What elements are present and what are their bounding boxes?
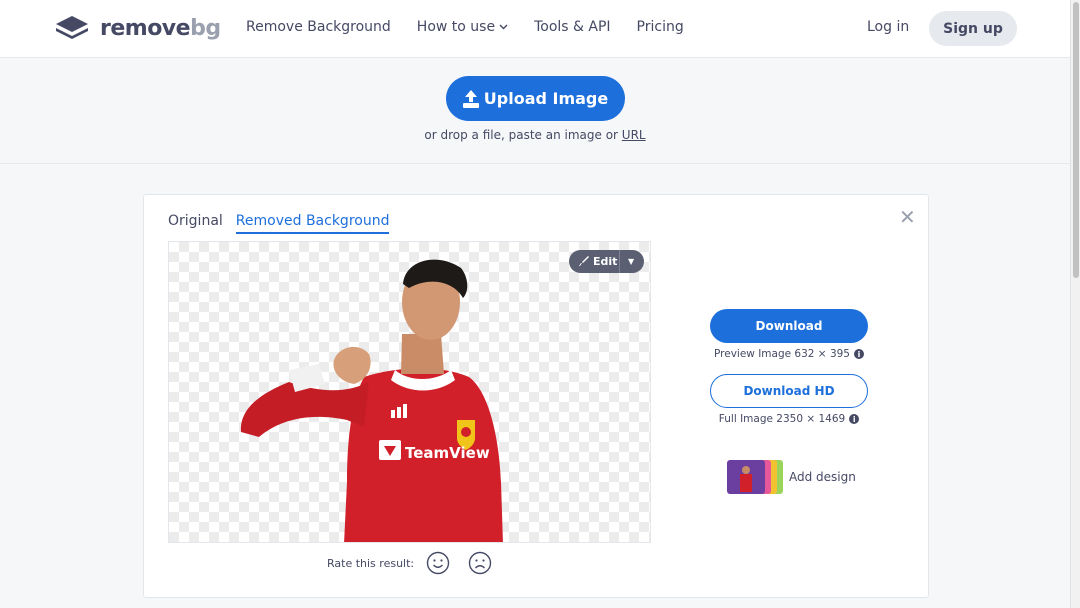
svg-text:TeamView: TeamView bbox=[405, 444, 490, 462]
upload-icon bbox=[462, 89, 479, 108]
preview-image-info: Preview Image 632 × 395 i bbox=[710, 348, 868, 360]
tab-original[interactable]: Original bbox=[168, 213, 223, 234]
edit-dropdown: Edit ▼ bbox=[569, 250, 644, 273]
nav-how-to-use[interactable]: How to use bbox=[417, 19, 508, 35]
result-tabs: Original Removed Background bbox=[168, 213, 402, 234]
rating-row: Rate this result: bbox=[327, 551, 492, 575]
nav-remove-background[interactable]: Remove Background bbox=[246, 19, 391, 35]
design-thumb bbox=[727, 460, 765, 494]
nav-pricing[interactable]: Pricing bbox=[637, 19, 684, 35]
removebg-logo[interactable]: removebg bbox=[54, 14, 221, 42]
login-link[interactable]: Log in bbox=[867, 19, 909, 35]
close-icon[interactable]: ✕ bbox=[899, 205, 916, 229]
edit-divider bbox=[619, 250, 620, 273]
full-image-info: Full Image 2350 × 1469 i bbox=[710, 413, 868, 425]
add-design-button[interactable]: Add design bbox=[727, 457, 856, 497]
upload-section: Upload Image or drop a file, paste an im… bbox=[0, 58, 1070, 164]
result-preview-image: TeamView Edit ▼ bbox=[168, 241, 651, 543]
cutout-person-image: TeamView bbox=[240, 259, 503, 542]
info-icon[interactable]: i bbox=[849, 414, 860, 424]
design-thumbnails bbox=[727, 457, 787, 497]
mini-player-thumbnail bbox=[740, 466, 752, 492]
upload-image-button[interactable]: Upload Image bbox=[446, 76, 625, 121]
scrollbar-thumb[interactable] bbox=[1073, 2, 1079, 278]
signup-button[interactable]: Sign up bbox=[929, 11, 1017, 46]
result-card: Original Removed Background ✕ TeamView E… bbox=[143, 194, 929, 598]
upload-hint: or drop a file, paste an image or URL bbox=[424, 128, 646, 142]
top-navbar: removebg Remove Background How to use To… bbox=[0, 0, 1070, 58]
brush-icon bbox=[579, 256, 589, 266]
chevron-down-icon bbox=[499, 24, 508, 30]
smile-face-icon[interactable] bbox=[426, 551, 450, 575]
info-icon[interactable]: i bbox=[854, 349, 864, 359]
layers-logo-icon bbox=[56, 16, 88, 39]
main-nav: Remove Background How to use Tools & API… bbox=[246, 19, 710, 35]
logo-wordmark: removebg bbox=[100, 15, 221, 41]
edit-button[interactable]: Edit bbox=[569, 255, 619, 268]
download-hd-button[interactable]: Download HD bbox=[710, 374, 868, 408]
url-link[interactable]: URL bbox=[622, 128, 646, 142]
nav-tools-api[interactable]: Tools & API bbox=[534, 19, 610, 35]
download-button[interactable]: Download bbox=[710, 309, 868, 343]
page-scrollbar[interactable] bbox=[1070, 0, 1080, 608]
sad-face-icon[interactable] bbox=[468, 551, 492, 575]
caret-down-icon[interactable]: ▼ bbox=[628, 257, 634, 266]
tab-removed-background[interactable]: Removed Background bbox=[235, 213, 390, 234]
